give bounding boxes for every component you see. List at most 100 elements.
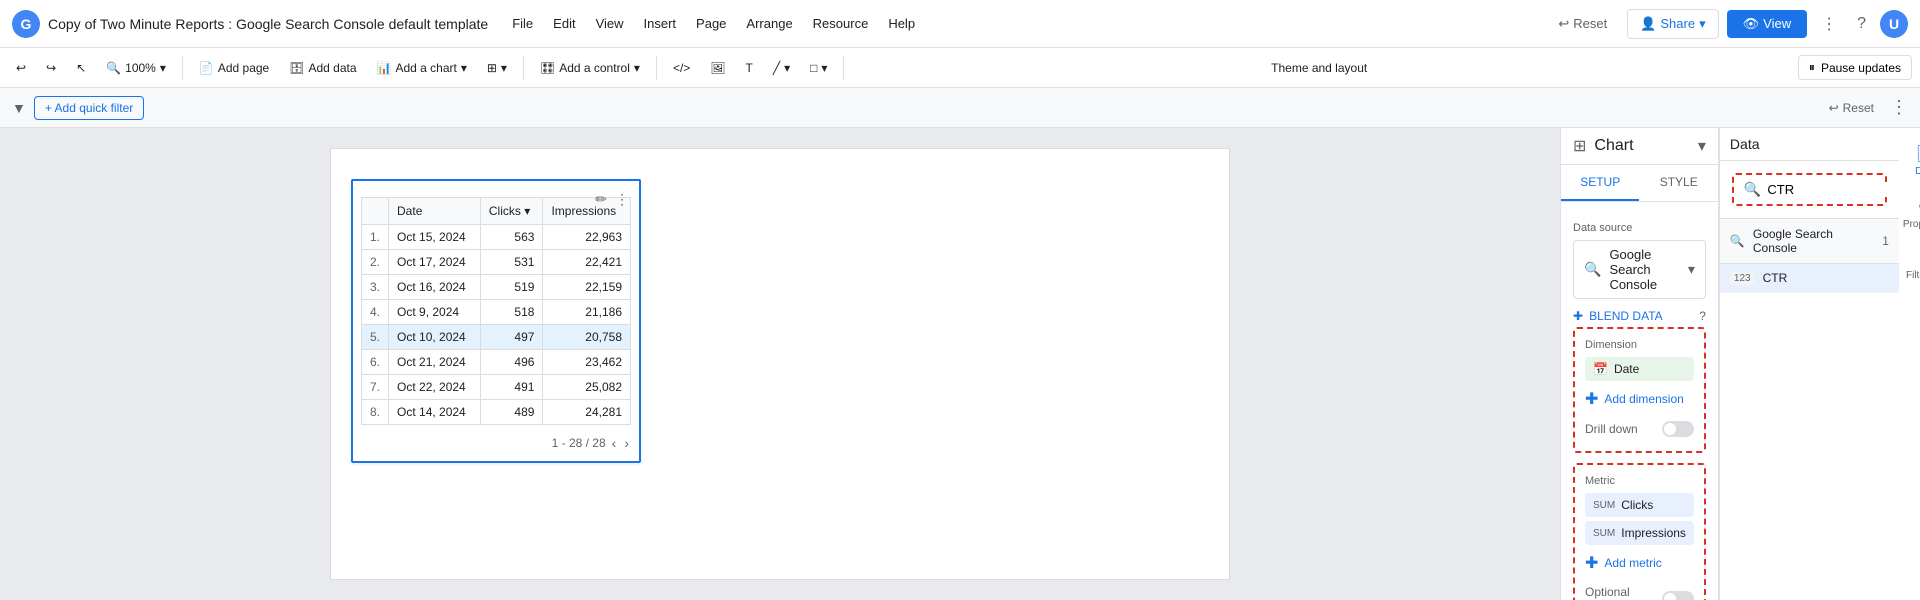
data-search-input[interactable] (1767, 182, 1920, 197)
sidebar-filterbar-button[interactable]: ▼ Filter bar (1902, 242, 1920, 289)
help-button[interactable]: ? (1851, 9, 1872, 39)
filter-reset-button[interactable]: ↩ Reset (1821, 97, 1882, 119)
line-button[interactable]: ╱ ▾ (765, 57, 798, 79)
menu-arrange[interactable]: Arrange (738, 12, 800, 35)
grid-button[interactable]: ⊞ ▾ (479, 57, 515, 79)
add-metric-button[interactable]: ✚ Add metric (1585, 549, 1694, 577)
right-panel: ⊞ Chart ▾ SETUP STYLE Data source 🔍 Goog… (1560, 128, 1920, 600)
pause-updates-button[interactable]: ⏸ Pause updates (1798, 55, 1912, 80)
menu-help[interactable]: Help (880, 12, 923, 35)
pagination-label: 1 - 28 / 28 (552, 436, 606, 450)
drill-down-toggle[interactable] (1662, 421, 1694, 437)
separator-4 (843, 56, 844, 80)
menu-resource[interactable]: Resource (805, 12, 877, 35)
filter-bar-right: ↩ Reset ⋮ (1821, 97, 1908, 119)
separator-1 (182, 56, 183, 80)
zoom-icon: 🔍 (106, 61, 121, 75)
data-source-dropdown-button[interactable]: ▾ (1688, 261, 1695, 278)
sidebar-properties-button[interactable]: ✏ Properties (1899, 189, 1920, 238)
line-dropdown-icon: ▾ (784, 61, 790, 75)
panel-tabs: SETUP STYLE (1561, 165, 1718, 202)
zoom-button[interactable]: 🔍 100% ▾ (98, 57, 174, 79)
sidebar-data-button[interactable]: 🗄 Data (1911, 136, 1920, 185)
image-button[interactable]: 🖼 (702, 57, 733, 79)
data-table: Date Clicks ▾ Impressions 1. Oct 15, 202… (361, 197, 631, 425)
view-button[interactable]: 👁 View (1727, 10, 1807, 38)
toolbar: ↩ ↪ ↖ 🔍 100% ▾ 📄 Add page 🗄 Add data 📊 A… (0, 48, 1920, 88)
share-dropdown-icon: ▾ (1699, 16, 1706, 32)
panel-dropdown-button[interactable]: ▾ (1698, 136, 1706, 156)
redo-icon: ↪ (46, 61, 56, 75)
table-header-date[interactable]: Date (389, 198, 481, 225)
top-bar: G Copy of Two Minute Reports : Google Se… (0, 0, 1920, 48)
add-dimension-button[interactable]: ✚ Add dimension (1585, 385, 1694, 413)
share-button[interactable]: 👤 Share ▾ (1627, 9, 1718, 39)
more-options-button[interactable]: ⋮ (1815, 8, 1843, 40)
table-row: 7. Oct 22, 2024 491 25,082 (362, 375, 631, 400)
add-data-button[interactable]: 🗄 Add data (281, 57, 364, 79)
control-dropdown-icon: ▾ (634, 61, 640, 75)
app-title: Copy of Two Minute Reports : Google Sear… (48, 16, 488, 32)
avatar[interactable]: U (1880, 10, 1908, 38)
data-sidebar-icon: 🗄 (1916, 144, 1920, 164)
add-control-button[interactable]: 🎛 Add a control ▾ (532, 57, 648, 79)
add-page-button[interactable]: 📄 Add page (191, 57, 277, 79)
edit-chart-button[interactable]: ✏ (593, 189, 609, 210)
menu-view[interactable]: View (588, 12, 632, 35)
theme-layout-button[interactable]: Theme and layout (1259, 57, 1379, 79)
tab-setup[interactable]: SETUP (1561, 165, 1639, 201)
dimension-chip-date[interactable]: 📅 Date (1585, 357, 1694, 381)
chart-container: ✏ ⋮ Date Clicks ▾ Impressions (351, 179, 641, 463)
table-row: 2. Oct 17, 2024 531 22,421 (362, 250, 631, 275)
drill-down-row: Drill down (1585, 421, 1694, 437)
shape-button[interactable]: □ ▾ (802, 57, 835, 79)
share-icon: 👤 (1640, 16, 1656, 32)
dimension-label: Dimension (1585, 339, 1694, 351)
data-field-ctr[interactable]: 123 CTR (1720, 264, 1899, 293)
add-quick-filter-button[interactable]: + Add quick filter (34, 96, 144, 120)
select-icon: ↖ (76, 61, 86, 75)
table-header-clicks[interactable]: Clicks ▾ (480, 198, 543, 225)
panel-main: ⊞ Chart ▾ SETUP STYLE Data source 🔍 Goog… (1561, 128, 1719, 600)
table-row: 5. Oct 10, 2024 497 20,758 (362, 325, 631, 350)
field-type-label: 123 (1730, 272, 1755, 285)
text-icon: T (746, 61, 753, 75)
reset-button[interactable]: ↩ Reset (1546, 10, 1619, 38)
data-search-header: Data (1720, 128, 1899, 161)
next-page-button[interactable]: › (622, 433, 631, 453)
undo-button[interactable]: ↩ (8, 57, 34, 79)
control-icon: 🎛 (540, 61, 555, 75)
redo-button[interactable]: ↪ (38, 57, 64, 79)
data-search-box: 🔍 ✕ (1732, 173, 1887, 206)
code-button[interactable]: </> (665, 57, 698, 79)
add-chart-button[interactable]: 📊 Add a chart ▾ (369, 57, 475, 79)
eye-icon: 👁 (1743, 16, 1760, 32)
blend-data-button[interactable]: ✚ BLEND DATA ? (1573, 305, 1706, 327)
optional-metrics-toggle[interactable] (1662, 591, 1694, 600)
panel-header: ⊞ Chart ▾ (1561, 128, 1718, 165)
filter-more-icon[interactable]: ⋮ (1890, 97, 1908, 118)
prev-page-button[interactable]: ‹ (610, 433, 619, 453)
text-button[interactable]: T (738, 57, 761, 79)
metric-label: Metric (1585, 475, 1694, 487)
grid-dropdown-icon: ▾ (501, 61, 507, 75)
add-page-icon: 📄 (199, 61, 214, 75)
reset-small-icon: ↩ (1829, 101, 1839, 115)
menu-file[interactable]: File (504, 12, 541, 35)
chart-more-button[interactable]: ⋮ (613, 189, 631, 210)
blend-icon: ✚ (1573, 309, 1583, 323)
menu-edit[interactable]: Edit (545, 12, 583, 35)
reset-icon: ↩ (1558, 16, 1569, 32)
metric-chip-clicks[interactable]: SUM Clicks (1585, 493, 1694, 517)
data-panel-title: Data (1730, 136, 1760, 152)
data-search-panel: Data 🔍 ✕ 🔍 Google Search Console 1 123 C… (1719, 128, 1899, 600)
menu-page[interactable]: Page (688, 12, 734, 35)
tab-style[interactable]: STYLE (1639, 165, 1717, 201)
select-tool-button[interactable]: ↖ (68, 57, 94, 79)
filter-icon: ▼ (12, 100, 26, 116)
menu-insert[interactable]: Insert (636, 12, 685, 35)
metric-chip-impressions[interactable]: SUM Impressions (1585, 521, 1694, 545)
field-name-label: CTR (1763, 271, 1788, 285)
table-footer: 1 - 28 / 28 ‹ › (361, 433, 631, 453)
panel-title-row: ⊞ Chart (1573, 136, 1698, 156)
